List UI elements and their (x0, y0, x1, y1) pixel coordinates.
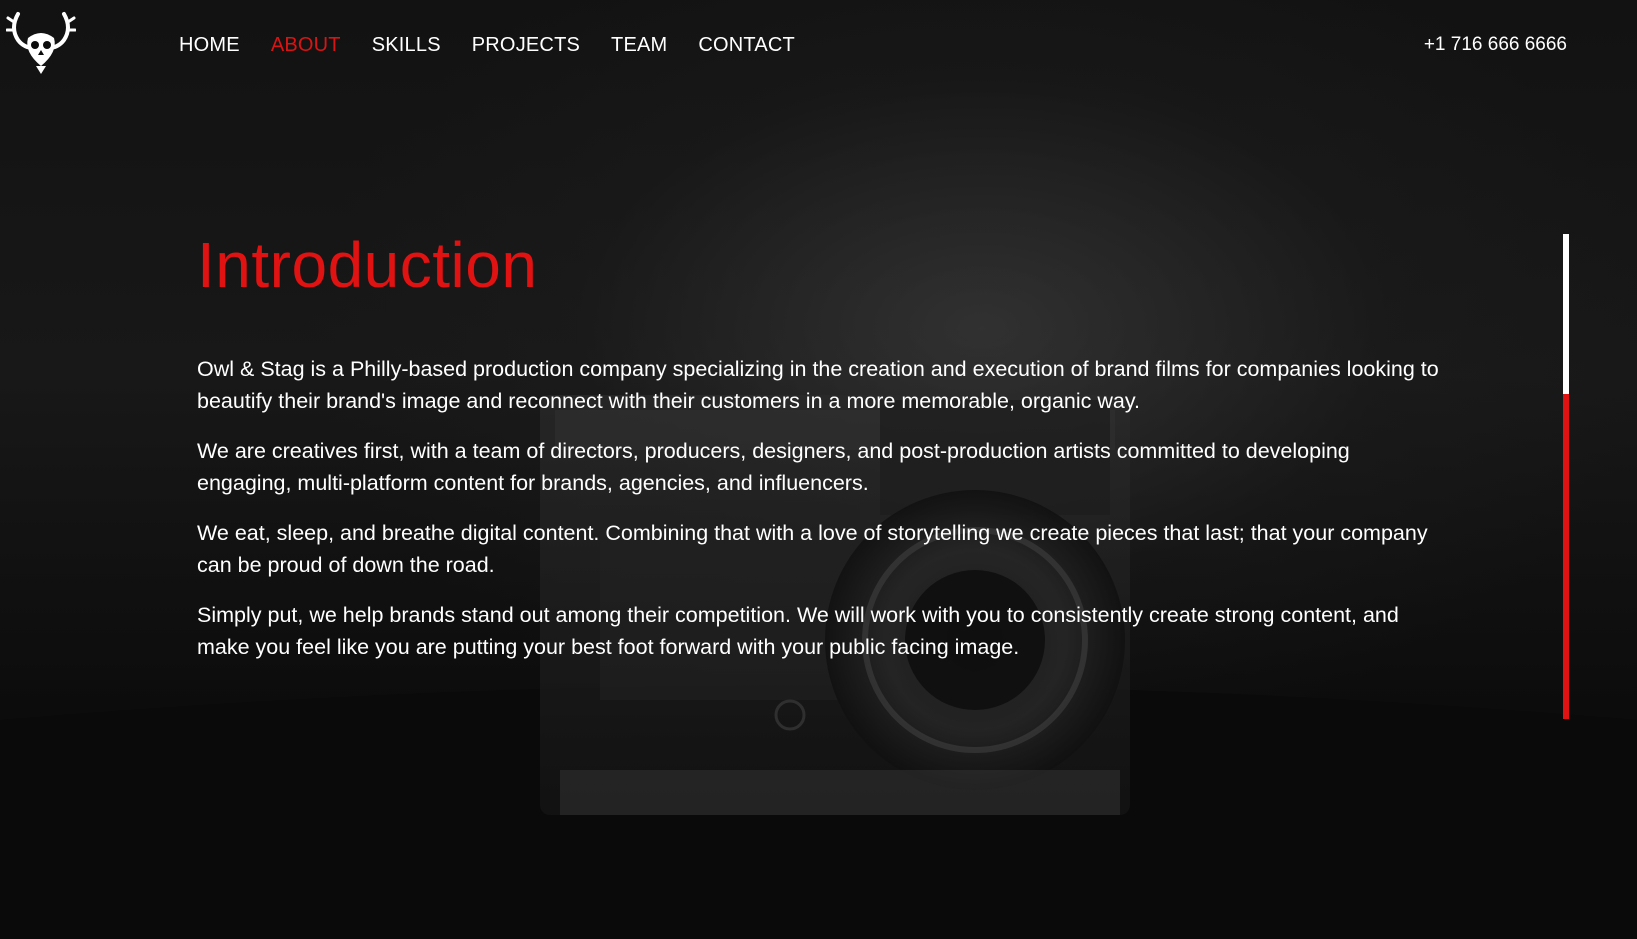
intro-paragraph: Owl & Stag is a Philly-based production … (197, 357, 1439, 413)
owl-stag-icon[interactable] (6, 8, 76, 74)
about-page: HOME ABOUT SKILLS PROJECTS TEAM CONTACT … (0, 0, 1637, 939)
nav-team[interactable]: TEAM (611, 34, 667, 57)
scroll-thumb[interactable] (1563, 234, 1569, 395)
intro-paragraph: Simply put, we help brands stand out amo… (197, 603, 1399, 659)
nav-home[interactable]: HOME (179, 34, 240, 57)
scroll-indicator[interactable] (1563, 234, 1569, 719)
intro-paragraph: We eat, sleep, and breathe digital conte… (197, 521, 1428, 577)
intro-paragraph: We are creatives first, with a team of d… (197, 439, 1350, 495)
nav-skills[interactable]: SKILLS (372, 34, 441, 57)
site-header: HOME ABOUT SKILLS PROJECTS TEAM CONTACT … (0, 0, 1637, 92)
page-title: Introduction (197, 229, 538, 301)
phone-link[interactable]: +1 716 666 6666 (1424, 34, 1567, 56)
main-nav: HOME ABOUT SKILLS PROJECTS TEAM CONTACT (179, 34, 826, 57)
nav-about[interactable]: ABOUT (271, 34, 341, 57)
introduction-section: Introduction Owl & Stag is a Philly-base… (197, 225, 1447, 681)
nav-contact[interactable]: CONTACT (698, 34, 795, 57)
nav-projects[interactable]: PROJECTS (472, 34, 580, 57)
